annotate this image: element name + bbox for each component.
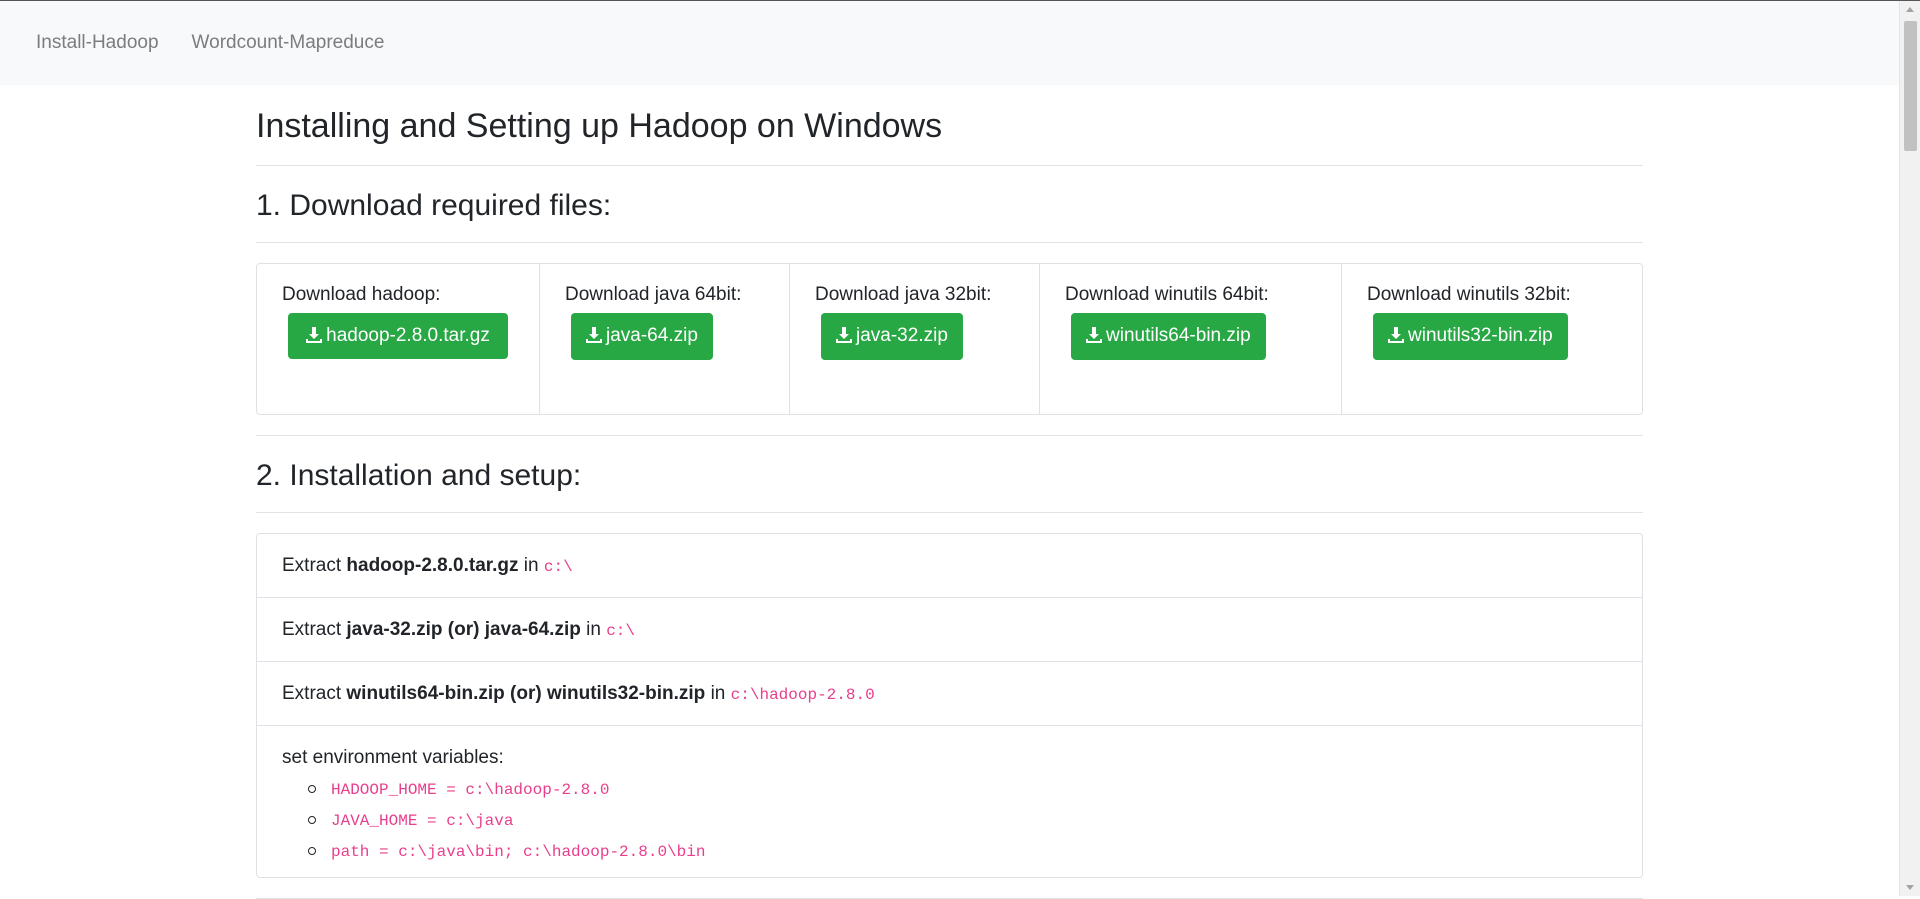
step-file: java-32.zip (or) java-64.zip xyxy=(346,618,581,640)
list-item-env: set environment variables: HADOOP_HOME =… xyxy=(257,726,1642,877)
download-icon xyxy=(1388,326,1404,343)
step-file: winutils64-bin.zip (or) winutils32-bin.z… xyxy=(346,682,706,704)
list-item: Extract java-32.zip (or) java-64.zip in … xyxy=(257,598,1642,662)
download-label: Download winutils 32bit: xyxy=(1367,283,1571,305)
vertical-scrollbar[interactable] xyxy=(1899,1,1920,896)
section-title-download: 1. Download required files: xyxy=(256,166,1643,243)
download-label: Download winutils 64bit: xyxy=(1065,283,1269,305)
env-var-code: JAVA_HOME = c:\java xyxy=(331,811,514,830)
download-cell-java64: Download java 64bit: java-64.zip xyxy=(540,263,790,414)
env-var-item: JAVA_HOME = c:\java xyxy=(308,805,1617,836)
download-button-label: winutils32-bin.zip xyxy=(1408,324,1553,346)
download-button-label: java-64.zip xyxy=(606,324,698,346)
download-cell-java32: Download java 32bit: java-32.zip xyxy=(790,263,1040,414)
step-mid: in xyxy=(523,554,539,576)
download-icon xyxy=(836,326,852,343)
scroll-down-icon[interactable] xyxy=(1906,885,1914,890)
download-icon xyxy=(1086,326,1102,343)
downloads-table: Download hadoop: hadoop-2.8.0.tar.gz Dow… xyxy=(256,262,1643,415)
download-button-label: java-32.zip xyxy=(856,324,948,346)
download-cell-winutils64: Download winutils 64bit: winutils64-bin.… xyxy=(1040,263,1342,414)
download-winutils64-button[interactable]: winutils64-bin.zip xyxy=(1071,312,1266,360)
env-var-list: HADOOP_HOME = c:\hadoop-2.8.0 JAVA_HOME … xyxy=(282,774,1617,867)
env-var-code: HADOOP_HOME = c:\hadoop-2.8.0 xyxy=(331,780,610,799)
step-prefix: Extract xyxy=(282,554,342,576)
step-prefix: Extract xyxy=(282,618,342,640)
download-icon xyxy=(586,326,602,343)
env-var-item: HADOOP_HOME = c:\hadoop-2.8.0 xyxy=(308,774,1617,805)
step-mid: in xyxy=(710,682,726,704)
step-mid: in xyxy=(586,618,601,640)
nav-link-install-hadoop[interactable]: Install-Hadoop xyxy=(36,32,159,54)
download-cell-hadoop: Download hadoop: hadoop-2.8.0.tar.gz xyxy=(257,263,540,414)
download-label: Download java 32bit: xyxy=(815,283,992,305)
download-button-label: hadoop-2.8.0.tar.gz xyxy=(326,324,490,346)
env-var-code: path = c:\java\bin; c:\hadoop-2.8.0\bin xyxy=(331,842,706,861)
step-path: c:\ xyxy=(543,557,573,576)
list-item: Extract hadoop-2.8.0.tar.gz in c:\ xyxy=(257,534,1642,598)
download-button-label: winutils64-bin.zip xyxy=(1106,324,1251,346)
download-cell-winutils32: Download winutils 32bit: winutils32-bin.… xyxy=(1342,264,1642,414)
page-title: Installing and Setting up Hadoop on Wind… xyxy=(256,106,1643,166)
step-file: hadoop-2.8.0.tar.gz xyxy=(346,554,519,576)
nav-link-wordcount-mapreduce[interactable]: Wordcount-Mapreduce xyxy=(192,32,385,54)
step-prefix: Extract xyxy=(282,682,342,704)
scrollbar-thumb[interactable] xyxy=(1904,21,1917,151)
step-path: c:\ xyxy=(606,621,635,640)
download-icon xyxy=(306,326,323,343)
top-navbar: Install-Hadoop Wordcount-Mapreduce xyxy=(0,1,1899,85)
main-container: Installing and Setting up Hadoop on Wind… xyxy=(256,86,1643,899)
env-var-item: path = c:\java\bin; c:\hadoop-2.8.0\bin xyxy=(308,836,1617,867)
installation-steps-list: Extract hadoop-2.8.0.tar.gz in c:\ Extra… xyxy=(256,532,1643,878)
step-path: c:\hadoop-2.8.0 xyxy=(730,685,875,704)
download-java64-button[interactable]: java-64.zip xyxy=(571,312,713,360)
scroll-up-icon[interactable] xyxy=(1906,7,1914,12)
download-hadoop-button[interactable]: hadoop-2.8.0.tar.gz xyxy=(288,312,508,359)
download-winutils32-button[interactable]: winutils32-bin.zip xyxy=(1373,312,1568,360)
download-java32-button[interactable]: java-32.zip xyxy=(821,312,963,360)
download-label: Download java 64bit: xyxy=(565,283,742,305)
download-label: Download hadoop: xyxy=(282,283,441,305)
section-title-installation: 2. Installation and setup: xyxy=(256,436,1643,513)
list-item: Extract winutils64-bin.zip (or) winutils… xyxy=(257,662,1642,726)
env-label: set environment variables: xyxy=(282,746,504,768)
